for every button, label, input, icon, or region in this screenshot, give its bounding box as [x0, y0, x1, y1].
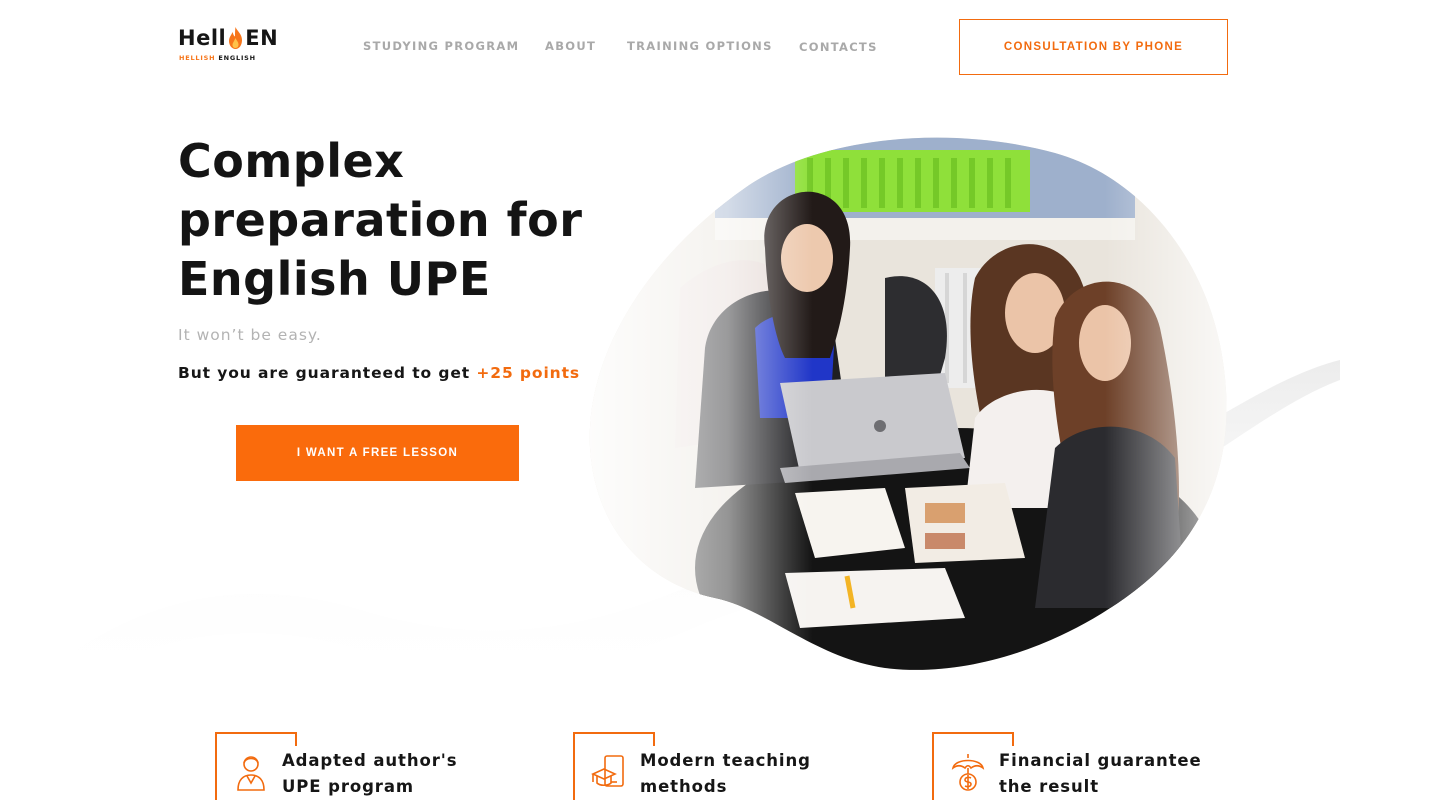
header: Hell EN HELLISH ENGLISH STUDYING PROGRAM … [0, 0, 1440, 90]
hero-title: Complex preparation for English UPE [178, 134, 583, 306]
teacher-icon [237, 756, 265, 791]
hero-photo [589, 137, 1227, 670]
umbrella-money-icon [951, 754, 985, 791]
feature-author-program: Adapted author's UPE program [215, 730, 535, 800]
feature-label: Adapted author's UPE program [282, 751, 458, 796]
logo-tagline: HELLISH ENGLISH [179, 54, 256, 62]
nav-item-studying-program[interactable]: STUDYING PROGRAM [363, 39, 519, 53]
feature-label: Financial guarantee the result [999, 751, 1202, 796]
points-highlight: +25 points [476, 364, 581, 382]
graduation-laptop-icon [591, 755, 624, 787]
feature-label: Modern teaching methods [640, 751, 811, 796]
logo[interactable]: Hell EN HELLISH ENGLISH [178, 26, 288, 66]
feature-teaching-methods: Modern teaching methods [573, 730, 893, 800]
hero-subtitle: It won’t be easy. [178, 326, 322, 344]
free-lesson-button[interactable]: I WANT A FREE LESSON [236, 425, 519, 481]
nav-item-contacts[interactable]: CONTACTS [799, 40, 878, 54]
hero-guarantee: But you are guaranteed to get +25 points [178, 364, 581, 382]
flame-icon [229, 27, 243, 49]
nav-item-training-options[interactable]: TRAINING OPTIONS [627, 39, 773, 53]
nav-item-about[interactable]: ABOUT [545, 39, 596, 53]
features-row: Adapted author's UPE program Modern teach… [0, 730, 1440, 800]
consultation-by-phone-button[interactable]: CONSULTATION BY PHONE [959, 19, 1228, 75]
logo-wordmark: Hell EN [178, 26, 279, 50]
feature-financial-guarantee: Financial guarantee the result [932, 730, 1252, 800]
